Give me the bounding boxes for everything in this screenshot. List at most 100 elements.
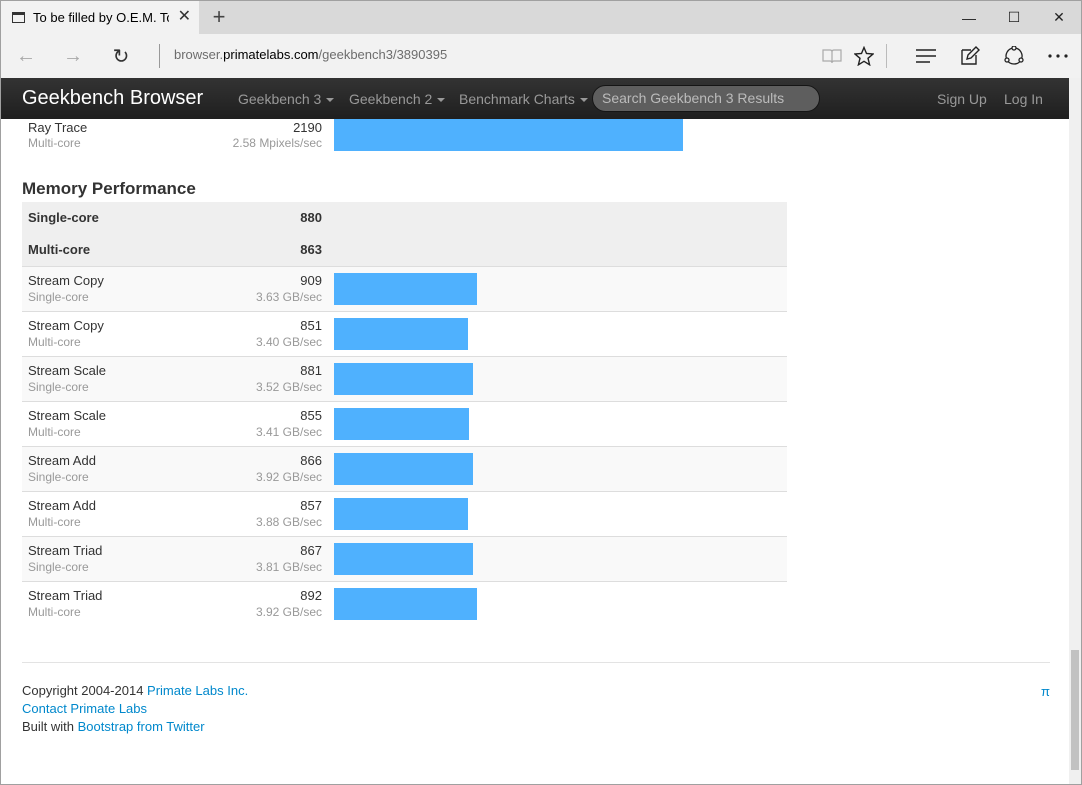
row-rate: 3.52 GB/sec	[255, 380, 322, 394]
row-rate: 3.81 GB/sec	[255, 560, 322, 574]
row-rate: 3.40 GB/sec	[255, 335, 322, 349]
share-icon[interactable]	[999, 42, 1029, 70]
row-name: Ray Trace	[28, 120, 88, 135]
page-icon	[12, 12, 25, 23]
row-mode: Multi-core	[28, 515, 81, 529]
built-with-text: Built with	[22, 719, 78, 734]
sign-up-link[interactable]: Sign Up	[937, 91, 987, 107]
row-score: 867	[300, 543, 322, 558]
multi-core-score: 863	[300, 242, 322, 257]
score-bar	[334, 363, 473, 395]
score-bar	[334, 453, 473, 485]
row-mode: Single-core	[28, 470, 89, 484]
log-in-link[interactable]: Log In	[1004, 91, 1043, 107]
score-bar	[334, 543, 473, 575]
section-title: Memory Performance	[22, 179, 196, 198]
row-rate: 3.92 GB/sec	[255, 605, 322, 619]
minimize-button[interactable]: —	[946, 1, 992, 34]
score-bar	[334, 273, 477, 305]
vertical-scrollbar[interactable]	[1069, 78, 1081, 784]
web-note-icon[interactable]	[955, 42, 985, 70]
url-path: /geekbench3/3890395	[318, 47, 448, 62]
row-name: Stream Add	[28, 498, 96, 513]
table-row: Stream Scale Single-core 881 3.52 GB/sec	[22, 356, 787, 401]
row-score: 866	[300, 453, 322, 468]
title-bar: To be filled by O.E.M. To ✕ + — ☐ ✕	[1, 1, 1081, 34]
tab-title: To be filled by O.E.M. To	[33, 10, 169, 25]
row-score: 892	[300, 588, 322, 603]
company-link[interactable]: Primate Labs Inc.	[147, 683, 248, 698]
row-name: Stream Scale	[28, 408, 107, 423]
maximize-button[interactable]: ☐	[991, 1, 1037, 34]
search-input[interactable]: Search Geekbench 3 Results	[592, 85, 820, 112]
summary-block: Single-core 880 Multi-core 863	[22, 202, 787, 266]
reading-view-icon[interactable]	[817, 42, 847, 70]
row-name: Stream Scale	[28, 363, 107, 378]
tab-close-icon[interactable]: ✕	[178, 8, 191, 26]
single-core-score: 880	[300, 210, 322, 225]
nav-geekbench2[interactable]: Geekbench 2	[349, 91, 446, 107]
refresh-icon[interactable]: ↻	[106, 42, 136, 70]
contact-link[interactable]: Contact Primate Labs	[22, 701, 147, 716]
row-rate: 3.63 GB/sec	[255, 290, 322, 304]
nav-geekbench3-label: Geekbench 3	[238, 91, 322, 107]
row-score: 857	[300, 498, 322, 513]
row-mode: Multi-core	[28, 136, 81, 150]
nav-geekbench2-label: Geekbench 2	[349, 91, 433, 107]
site-navbar: Geekbench Browser Geekbench 3 Geekbench …	[1, 78, 1069, 119]
score-bar	[334, 588, 477, 620]
table-row: Stream Add Multi-core 857 3.88 GB/sec	[22, 491, 787, 536]
table-row: Ray Trace Multi-core 2190 2.58 Mpixels/s…	[22, 119, 787, 153]
url-domain: primatelabs.com	[223, 47, 319, 62]
hub-icon[interactable]	[911, 42, 941, 70]
site-brand[interactable]: Geekbench Browser	[22, 87, 203, 110]
row-mode: Single-core	[28, 380, 89, 394]
nav-benchmark-charts[interactable]: Benchmark Charts	[459, 91, 588, 107]
caret-down-icon	[579, 98, 588, 103]
address-divider	[159, 44, 160, 68]
more-icon[interactable]	[1043, 42, 1073, 70]
new-tab-icon[interactable]: +	[208, 5, 230, 29]
caret-down-icon	[326, 98, 335, 103]
row-score: 851	[300, 318, 322, 333]
score-bar	[334, 498, 468, 530]
row-mode: Multi-core	[28, 425, 81, 439]
row-mode: Single-core	[28, 560, 89, 574]
address-input[interactable]: browser.primatelabs.com/geekbench3/38903…	[174, 47, 447, 62]
browser-tab[interactable]: To be filled by O.E.M. To ✕	[1, 1, 199, 34]
row-name: Stream Copy	[28, 273, 104, 288]
row-name: Stream Add	[28, 453, 96, 468]
row-mode: Multi-core	[28, 335, 81, 349]
nav-geekbench3[interactable]: Geekbench 3	[238, 91, 335, 107]
score-bar	[334, 119, 683, 151]
footer-divider	[22, 662, 1050, 663]
favorite-star-icon[interactable]	[849, 42, 879, 70]
pi-link[interactable]: π	[1041, 684, 1050, 699]
row-rate: 3.92 GB/sec	[255, 470, 322, 484]
table-row: Stream Copy Multi-core 851 3.40 GB/sec	[22, 311, 787, 356]
row-score: 2190	[293, 120, 322, 135]
nav-benchmark-charts-label: Benchmark Charts	[459, 91, 575, 107]
table-row: Stream Triad Single-core 867 3.81 GB/sec	[22, 536, 787, 581]
scrollbar-thumb[interactable]	[1071, 650, 1079, 770]
back-arrow-icon[interactable]: ←	[11, 42, 41, 70]
contact-line: Contact Primate Labs	[22, 701, 147, 716]
page-content: Ray Trace Multi-core 2190 2.58 Mpixels/s…	[1, 119, 1069, 784]
copyright-line: Copyright 2004-2014 Primate Labs Inc.	[22, 683, 248, 698]
address-toolbar: ← → ↻ browser.primatelabs.com/geekbench3…	[1, 34, 1081, 78]
url-prefix: browser.	[174, 47, 224, 62]
bootstrap-link[interactable]: Bootstrap from Twitter	[78, 719, 205, 734]
caret-down-icon	[437, 98, 446, 103]
row-rate: 2.58 Mpixels/sec	[232, 136, 322, 150]
row-name: Stream Triad	[28, 588, 103, 603]
browser-window: To be filled by O.E.M. To ✕ + — ☐ ✕ ← → …	[0, 0, 1082, 785]
table-row: Stream Triad Multi-core 892 3.92 GB/sec	[22, 581, 787, 626]
single-core-label: Single-core	[28, 210, 99, 225]
close-button[interactable]: ✕	[1036, 1, 1081, 34]
table-row: Stream Add Single-core 866 3.92 GB/sec	[22, 446, 787, 491]
forward-arrow-icon[interactable]: →	[58, 42, 88, 70]
table-row: Stream Scale Multi-core 855 3.41 GB/sec	[22, 401, 787, 446]
row-mode: Multi-core	[28, 605, 81, 619]
toolbar-divider	[886, 44, 887, 68]
copyright-text: Copyright 2004-2014	[22, 683, 148, 698]
